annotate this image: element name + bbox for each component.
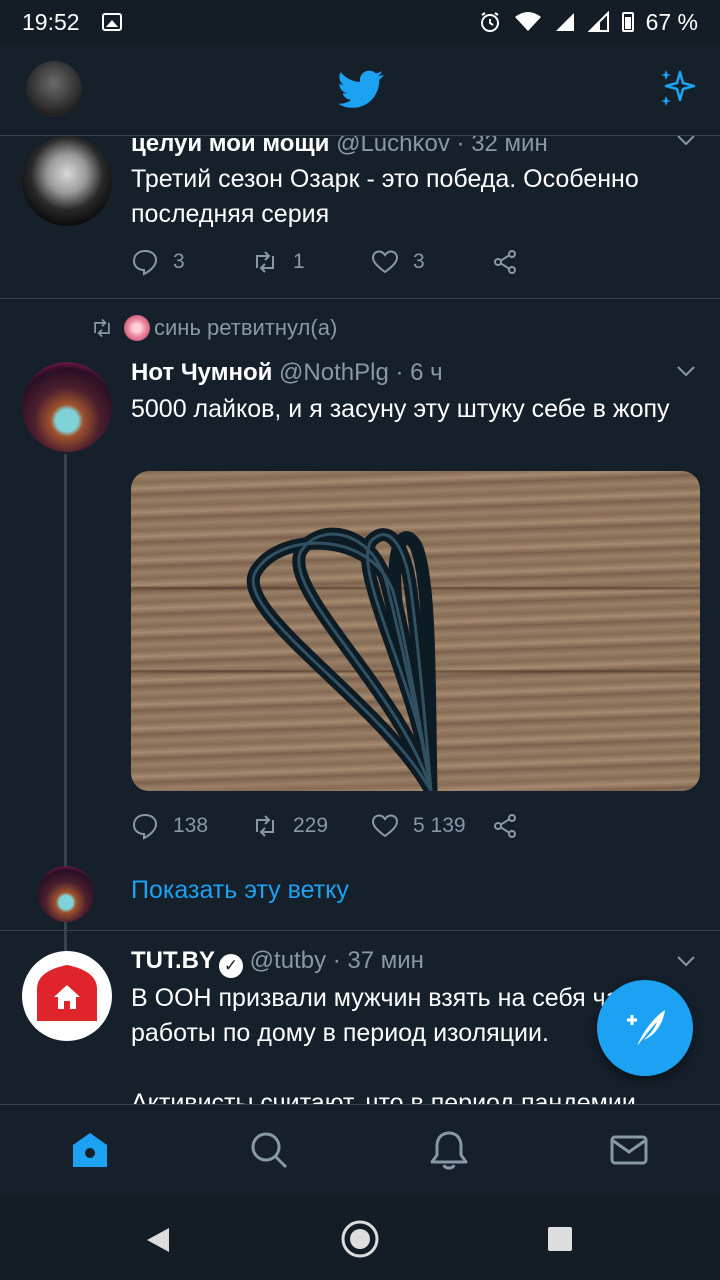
author-handle[interactable]: @NothPlg (279, 359, 389, 386)
reply-count: 3 (173, 250, 185, 273)
reply-button[interactable]: 138 (131, 812, 251, 840)
chevron-down-icon[interactable] (676, 955, 696, 969)
retweet-count: 229 (293, 814, 329, 837)
battery-icon (621, 12, 634, 32)
tweet-time: · 37 мин (332, 947, 424, 974)
tweet-header: TUT.BY ✓ @tutby · 37 мин (131, 947, 424, 978)
tweet-text-continued: Активисты считают, что в период пандемии (131, 1089, 636, 1104)
share-icon (494, 814, 516, 838)
tweet-text: 5000 лайков, и я засуну эту штуку себе в… (131, 395, 670, 423)
retweet-count: 1 (293, 250, 305, 273)
profile-avatar[interactable] (26, 61, 82, 117)
reply-icon (132, 813, 158, 840)
tweet-text: Третий сезон Озарк - это победа. Особенн… (131, 165, 639, 228)
retweeted-by[interactable]: синь ретвитнул(а) (154, 315, 337, 341)
author-name[interactable]: TUT.BY (131, 947, 215, 974)
verified-badge-icon: ✓ (219, 954, 243, 978)
compose-quill-icon (627, 1010, 665, 1046)
tweet-actions: 138 229 5 139 (131, 809, 611, 843)
compose-tweet-button[interactable] (597, 980, 693, 1076)
back-icon[interactable] (145, 1226, 171, 1254)
system-navigation-bar (0, 1196, 720, 1280)
author-handle[interactable]: @tutby (250, 947, 326, 974)
thread-avatar[interactable] (38, 866, 94, 922)
author-handle[interactable]: @Luchkov (336, 136, 450, 157)
tutby-logo-icon (37, 965, 97, 1021)
retweet-button[interactable]: 1 (251, 248, 371, 276)
heart-icon (371, 814, 399, 838)
like-count: 5 139 (413, 814, 466, 837)
retweet-icon (94, 318, 110, 338)
signal-icon-2 (587, 11, 609, 32)
search-icon[interactable] (246, 1127, 292, 1173)
timeline[interactable]: целуи мои мощи @Luchkov · 32 мин Третий … (0, 136, 720, 1104)
tweet[interactable]: синь ретвитнул(а) Нот Чумной @NothPlg · … (0, 299, 720, 954)
whisk-image (246, 527, 438, 791)
bottom-navigation (0, 1104, 720, 1196)
reply-button[interactable]: 3 (131, 248, 251, 276)
tweet-header: Нот Чумной @NothPlg · 6 ч (131, 359, 443, 387)
show-thread-link[interactable]: Показать эту ветку (131, 876, 349, 905)
recents-icon[interactable] (548, 1227, 572, 1251)
author-name[interactable]: целуи мои мощи (131, 136, 329, 157)
tweet-time: · 6 ч (395, 359, 443, 386)
reply-count: 138 (173, 814, 209, 837)
gallery-notification-icon (101, 13, 122, 31)
tweet-actions: 3 1 3 (131, 245, 611, 279)
avatar[interactable] (22, 951, 112, 1041)
retweet-context: синь ретвитнул(а) (90, 315, 337, 341)
author-name[interactable]: Нот Чумной (131, 359, 272, 386)
retweet-icon (256, 251, 274, 273)
retweet-icon (256, 815, 274, 837)
status-right: 67 % (478, 9, 698, 36)
tweet-time: · 32 мин (456, 136, 548, 157)
tweet-image[interactable] (131, 471, 700, 791)
share-icon (494, 250, 516, 274)
twitter-bird-icon (338, 70, 384, 108)
home-icon[interactable] (67, 1127, 113, 1173)
avatar[interactable] (22, 362, 112, 452)
home-button-icon[interactable] (339, 1218, 381, 1260)
like-count: 3 (413, 250, 425, 273)
signal-icon-1 (555, 13, 574, 31)
status-time: 19:52 (22, 8, 80, 35)
like-button[interactable]: 5 139 (371, 812, 491, 840)
tweet-header: целуи мои мощи @Luchkov · 32 мин (131, 136, 548, 158)
like-button[interactable]: 3 (371, 248, 491, 276)
retweet-button[interactable]: 229 (251, 812, 371, 840)
share-button[interactable] (491, 248, 611, 276)
flower-emoji-icon (124, 315, 150, 341)
status-bar: 19:52 67 % (0, 0, 720, 44)
notifications-icon[interactable] (426, 1127, 472, 1173)
reply-icon (132, 249, 158, 276)
chevron-down-icon[interactable] (676, 136, 696, 148)
tweet[interactable]: целуи мои мощи @Luchkov · 32 мин Третий … (0, 136, 720, 299)
top-app-bar (0, 44, 720, 136)
sparkle-icon[interactable] (656, 66, 700, 110)
alarm-icon (480, 12, 499, 32)
avatar[interactable] (22, 136, 112, 226)
battery-level: 67 % (645, 8, 698, 35)
wifi-icon (514, 12, 541, 31)
heart-icon (371, 250, 399, 274)
share-button[interactable] (491, 812, 611, 840)
chevron-down-icon[interactable] (676, 365, 696, 379)
messages-icon[interactable] (606, 1127, 652, 1173)
